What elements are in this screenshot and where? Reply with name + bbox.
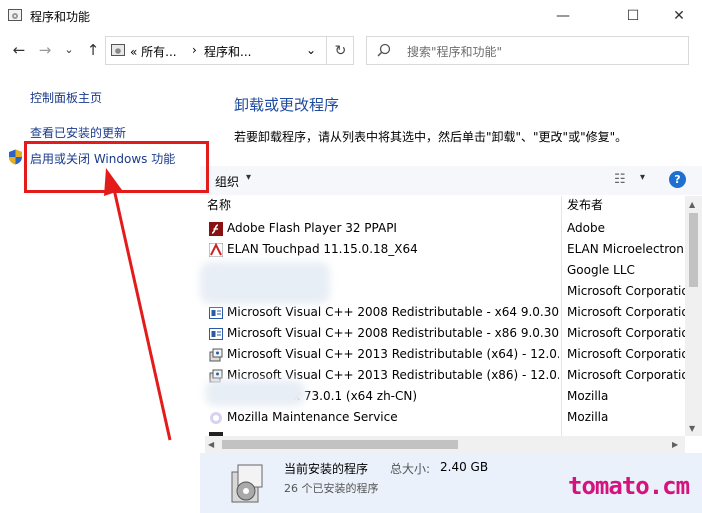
- annotation-arrow: [104, 168, 172, 441]
- watermark: tomato.cm: [568, 472, 690, 500]
